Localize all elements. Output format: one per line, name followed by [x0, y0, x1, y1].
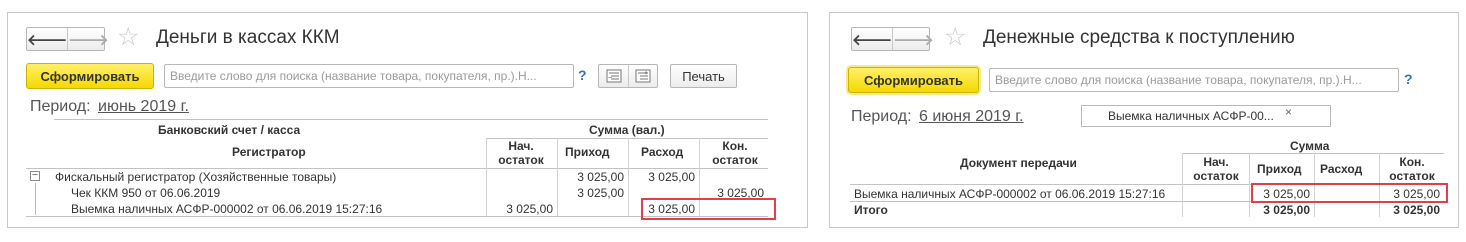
- header-sum: Сумма: [1290, 139, 1330, 153]
- period-value-link[interactable]: июнь 2019 г.: [98, 98, 189, 116]
- generate-button[interactable]: Сформировать: [848, 67, 979, 93]
- help-icon[interactable]: ?: [578, 67, 587, 83]
- header-opening: Нач. остаток: [498, 139, 544, 167]
- search-input[interactable]: Введите слово для поиска (название товар…: [164, 64, 574, 88]
- back-arrow-icon[interactable]: 🡐: [852, 28, 892, 50]
- period-value-link[interactable]: 6 июня 2019 г.: [919, 108, 1024, 126]
- col-divider: [1182, 153, 1183, 217]
- favorite-star-icon[interactable]: ☆: [117, 25, 139, 50]
- header-sum-line: [1182, 153, 1444, 154]
- print-button[interactable]: Печать: [670, 64, 737, 88]
- header-closing: Кон. остаток: [1389, 155, 1435, 183]
- header-expense: Расход: [641, 145, 684, 159]
- cell-income: 3 025,00: [577, 186, 624, 200]
- clear-filter-icon[interactable]: ×: [1285, 105, 1292, 119]
- total-closing: 3 025,00: [1393, 203, 1440, 217]
- report-panel-funds-receivable: 🡐 🡒 ☆ Денежные средства к поступлению Сф…: [829, 12, 1459, 228]
- header-income: Приход: [565, 145, 610, 159]
- header-document: Документ передачи: [960, 156, 1077, 170]
- report-panel-cash-registers: 🡐 🡒 ☆ Деньги в кассах ККМ Сформировать В…: [7, 12, 808, 228]
- header-bottom-line: [26, 168, 768, 169]
- help-icon[interactable]: ?: [1404, 71, 1413, 87]
- period-label: Период:: [30, 98, 91, 115]
- header-sum: Сумма (вал.): [589, 123, 665, 137]
- collapse-groups-icon[interactable]: −: [599, 65, 628, 87]
- header-expense: Расход: [1320, 162, 1363, 176]
- forward-arrow-icon[interactable]: 🡒: [892, 28, 933, 50]
- generate-button[interactable]: Сформировать: [26, 63, 154, 89]
- header-opening: Нач. остаток: [1193, 155, 1239, 183]
- total-label: Итого: [854, 203, 888, 217]
- group-buttons: − +: [598, 64, 658, 88]
- back-arrow-icon[interactable]: 🡐: [27, 28, 67, 50]
- header-income: Приход: [1257, 162, 1302, 176]
- forward-arrow-icon[interactable]: 🡒: [67, 28, 108, 50]
- page-title: Денежные средства к поступлению: [983, 27, 1295, 48]
- favorite-star-icon[interactable]: ☆: [944, 25, 966, 50]
- svg-text:+: +: [644, 70, 648, 77]
- table-row-name: Выемка наличных АСФР-000002 от 06.06.201…: [71, 202, 383, 216]
- nav-buttons: 🡐 🡒: [26, 27, 108, 51]
- document-filter-field[interactable]: Выемка наличных АСФР-00... ×: [1081, 105, 1331, 127]
- total-income: 3 025,00: [1263, 203, 1310, 217]
- table-row-name: Выемка наличных АСФР-000002 от 06.06.201…: [854, 187, 1166, 201]
- highlight-box: [641, 198, 776, 220]
- filter-value: Выемка наличных АСФР-00...: [1108, 109, 1274, 123]
- header-closing: Кон. остаток: [712, 139, 758, 167]
- group-row-name: Фискальный регистратор (Хозяйственные то…: [55, 170, 337, 184]
- cell-expense: 3 025,00: [648, 170, 695, 184]
- expand-groups-icon[interactable]: +: [628, 65, 657, 87]
- header-register: Регистратор: [232, 145, 306, 159]
- period-label: Период:: [851, 108, 912, 125]
- table-row-name: Чек ККМ 950 от 06.06.2019: [71, 186, 221, 200]
- search-input[interactable]: Введите слово для поиска (название товар…: [989, 68, 1399, 92]
- nav-buttons: 🡐 🡒: [851, 27, 933, 51]
- cell-income: 3 025,00: [577, 170, 624, 184]
- svg-text:−: −: [608, 75, 612, 82]
- cell-opening: 3 025,00: [506, 202, 553, 216]
- page-title: Деньги в кассах ККМ: [156, 27, 340, 48]
- highlight-box: [1251, 183, 1448, 203]
- header-account: Банковский счет / касса: [158, 123, 301, 137]
- header-top-line: [54, 119, 768, 120]
- tree-line: [35, 183, 36, 215]
- collapse-group-toggle[interactable]: −: [30, 171, 40, 181]
